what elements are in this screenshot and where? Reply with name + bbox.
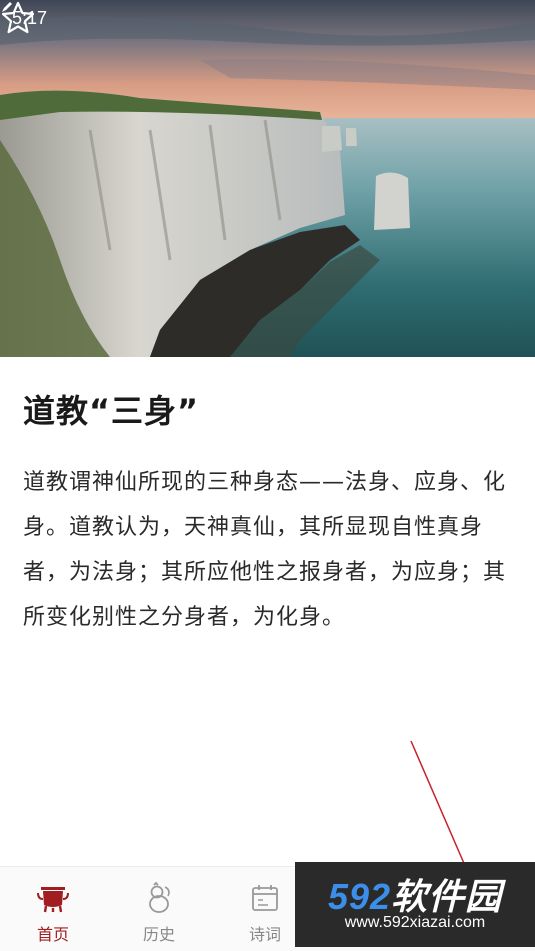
watermark-url: www.592xiazai.com	[344, 914, 486, 931]
hero-image: 5:17	[0, 0, 535, 357]
nav-label-history: 历史	[142, 925, 175, 944]
gourd-icon	[149, 881, 170, 913]
watermark-brand-number: 592	[327, 876, 392, 917]
nav-item-home[interactable]: 首页	[0, 867, 106, 951]
watermark-brand-text: 软件园	[391, 876, 503, 917]
star-outline-icon[interactable]	[0, 0, 36, 36]
cauldron-icon	[37, 887, 69, 913]
watermark-brand: 592软件园	[295, 868, 535, 920]
article-title: 道教“三身”	[23, 392, 200, 430]
seascape-cliff-image	[0, 0, 535, 357]
watermark-banner: 592软件园 www.592xiazai.com	[295, 862, 535, 947]
nav-item-history[interactable]: 历史	[106, 867, 212, 951]
article-body: 道教谓神仙所现的三种身态——法身、应身、化身。道教认为，天神真仙，其所显现自性真…	[23, 470, 507, 630]
nav-label-home: 首页	[36, 925, 69, 944]
calendar-icon	[252, 885, 278, 911]
